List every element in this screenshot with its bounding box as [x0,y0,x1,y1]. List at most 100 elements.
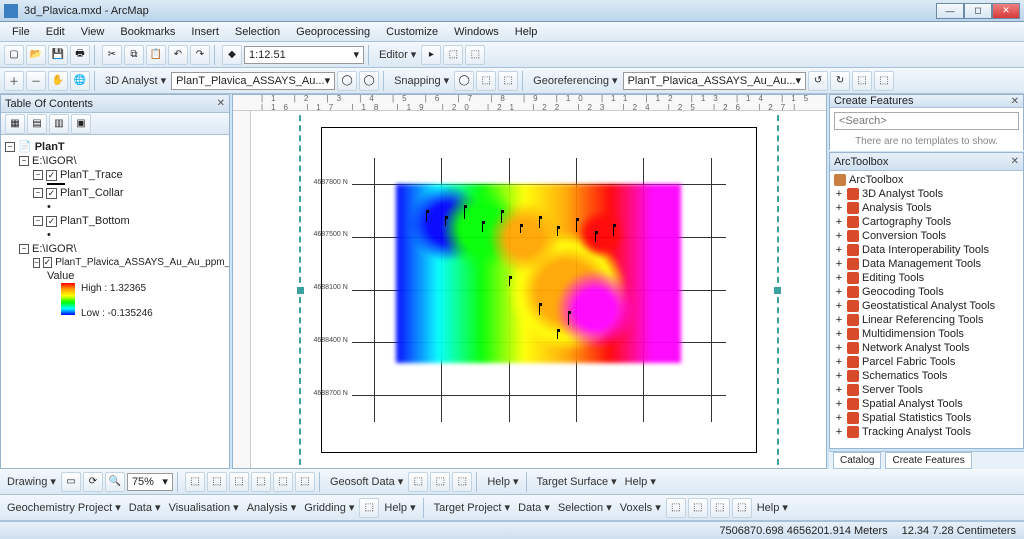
toolbox-root[interactable]: ArcToolbox [849,174,903,186]
toolbox-item[interactable]: 3D Analyst Tools [862,188,943,200]
toolbox-item[interactable]: Schematics Tools [862,370,947,382]
help-menu[interactable]: Help ▾ [381,501,418,514]
target-surface-menu[interactable]: Target Surface ▾ [534,475,620,488]
collapse-icon[interactable]: − [19,156,29,166]
toolbar-button[interactable]: ⬚ [852,71,872,91]
toolbar-button[interactable]: ⬚ [408,472,428,492]
zoom-pct-select[interactable]: 75%▾ [127,473,173,491]
list-by-drawing-button[interactable]: ▦ [5,114,25,134]
help-menu[interactable]: Help ▾ [484,475,521,488]
select-element-button[interactable]: ▭ [61,472,81,492]
toolbar-button[interactable]: ⬚ [732,498,752,518]
collapse-icon[interactable]: − [33,216,43,226]
menu-file[interactable]: File [6,24,36,40]
toolbar-button[interactable]: ↺ [808,71,828,91]
layer-checkbox[interactable]: ✓ [43,257,53,268]
selection-menu[interactable]: Selection ▾ [555,501,615,514]
geosoft-data-menu[interactable]: Data ▾ [126,501,164,514]
georef-layer-select[interactable]: PlanT_Plavica_ASSAYS_Au_Au...▾ [623,72,806,90]
new-button[interactable]: ▢ [4,45,24,65]
panel-close-icon[interactable]: ✕ [1011,156,1019,167]
redo-button[interactable]: ↷ [190,45,210,65]
fullextent-button[interactable]: 🌐 [70,71,90,91]
toolbox-item[interactable]: Multidimension Tools [862,328,964,340]
georeferencing-menu[interactable]: Georeferencing ▾ [530,74,620,87]
toolbar-button[interactable]: ⬚ [207,472,227,492]
snapping-menu[interactable]: Snapping ▾ [391,74,452,87]
resize-handle[interactable] [774,287,781,294]
dataframe-name[interactable]: PlanT [35,141,65,153]
menu-insert[interactable]: Insert [185,24,225,40]
geosoft-data-menu[interactable]: Geosoft Data ▾ [327,475,406,488]
toolbox-item[interactable]: Conversion Tools [862,230,946,242]
collapse-icon[interactable]: − [33,258,40,268]
menu-view[interactable]: View [75,24,111,40]
drawing-menu[interactable]: Drawing ▾ [4,475,59,488]
toolbar-button[interactable]: ⬚ [452,472,472,492]
toolbar-button[interactable]: ⬚ [430,472,450,492]
close-button[interactable]: ✕ [992,3,1020,19]
zoomin-button[interactable]: ＋ [4,71,24,91]
menu-selection[interactable]: Selection [229,24,286,40]
toolbar-button[interactable]: ⬚ [498,71,518,91]
toolbar-button[interactable]: ⬚ [273,472,293,492]
cut-button[interactable]: ✂ [102,45,122,65]
toolbar-button[interactable]: ⬚ [295,472,315,492]
visualisation-menu[interactable]: Visualisation ▾ [166,501,242,514]
collapse-icon[interactable]: − [33,188,43,198]
toolbar-button[interactable]: ⬚ [666,498,686,518]
layer-checkbox[interactable]: ✓ [46,170,57,181]
zoomout-button[interactable]: － [26,71,46,91]
layer-name[interactable]: PlanT_Trace [60,169,123,181]
add-data-button[interactable]: ◆ [222,45,242,65]
toolbar-button[interactable]: ⬚ [710,498,730,518]
editor-menu[interactable]: Editor ▾ [376,48,419,61]
scale-select[interactable]: 1:12.51▾ [244,46,364,64]
toolbar-button[interactable]: ⬚ [874,71,894,91]
menu-windows[interactable]: Windows [448,24,505,40]
toolbox-item[interactable]: Spatial Statistics Tools [862,412,971,424]
menu-bookmarks[interactable]: Bookmarks [114,24,181,40]
toolbox-item[interactable]: Parcel Fabric Tools [862,356,955,368]
geosoft-data2-menu[interactable]: Data ▾ [515,501,553,514]
collapse-icon[interactable]: − [5,142,15,152]
toolbar-button[interactable]: ⬚ [359,498,379,518]
layer-checkbox[interactable]: ✓ [46,216,57,227]
toolbox-item[interactable]: Editing Tools [862,272,924,284]
toolbar-button[interactable]: ⬚ [443,45,463,65]
toolbar-button[interactable]: ⬚ [185,472,205,492]
menu-geoprocessing[interactable]: Geoprocessing [290,24,376,40]
toolbar-button[interactable]: ⬚ [688,498,708,518]
resize-handle[interactable] [297,287,304,294]
help-menu[interactable]: Help ▾ [622,475,659,488]
minimize-button[interactable]: — [936,3,964,19]
analysis-menu[interactable]: Analysis ▾ [244,501,300,514]
template-search-input[interactable] [834,112,1019,130]
toolbox-item[interactable]: Network Analyst Tools [862,342,969,354]
list-by-source-button[interactable]: ▤ [27,114,47,134]
zoom-button[interactable]: 🔍 [105,472,125,492]
toolbar-button[interactable]: ▸ [421,45,441,65]
toolbox-item[interactable]: Linear Referencing Tools [862,314,983,326]
raster-layer-name[interactable]: PlanT_Plavica_ASSAYS_Au_Au_ppm_Vox_1116_… [55,257,229,268]
collapse-icon[interactable]: − [19,244,29,254]
layer-name[interactable]: PlanT_Collar [60,187,124,199]
geochemistry-project-menu[interactable]: Geochemistry Project ▾ [4,501,124,514]
menu-help[interactable]: Help [509,24,544,40]
toolbar-button[interactable]: ⬚ [476,71,496,91]
help-menu[interactable]: Help ▾ [754,501,791,514]
save-button[interactable]: 💾 [48,45,68,65]
toolbox-item[interactable]: Geostatistical Analyst Tools [862,300,995,312]
layer-checkbox[interactable]: ✓ [46,188,57,199]
paste-button[interactable]: 📋 [146,45,166,65]
group-name[interactable]: E:\IGOR\ [32,155,77,167]
map-display[interactable]: 4687800 N 4687500 N 4688100 N 4688400 N … [251,111,826,468]
list-by-selection-button[interactable]: ▣ [71,114,91,134]
toolbox-item[interactable]: Server Tools [862,384,923,396]
panel-close-icon[interactable]: ✕ [1011,96,1019,107]
gridding-menu[interactable]: Gridding ▾ [301,501,357,514]
maximize-button[interactable]: ◻ [964,3,992,19]
data-frame[interactable]: 4687800 N 4687500 N 4688100 N 4688400 N … [321,127,757,453]
undo-button[interactable]: ↶ [168,45,188,65]
page-frame[interactable]: 4687800 N 4687500 N 4688100 N 4688400 N … [299,111,779,468]
